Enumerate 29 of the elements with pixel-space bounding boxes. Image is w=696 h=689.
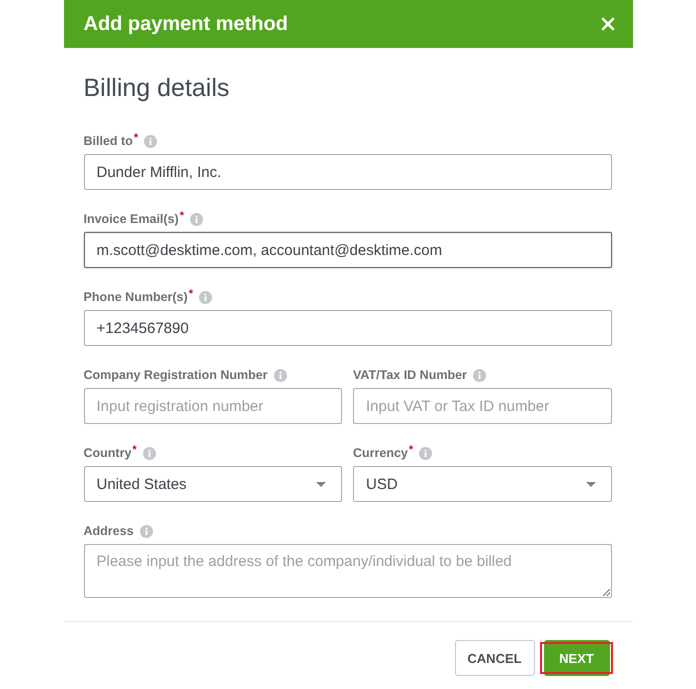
field-label: Billed to — [84, 134, 133, 148]
input-field[interactable]: Input registration number — [84, 388, 342, 424]
dialog-title: Add payment method — [84, 12, 288, 36]
text-area-field[interactable]: Please input the address of the company/individual to be billed — [84, 544, 612, 598]
field-label: Phone Number(s) — [84, 290, 188, 304]
input-field[interactable]: +1234567890 — [84, 310, 612, 346]
field-label: Invoice Email(s) — [84, 212, 179, 226]
required-asterisk: * — [188, 289, 193, 300]
required-asterisk: * — [408, 445, 414, 456]
input-field[interactable]: Input VAT or Tax ID number — [353, 388, 612, 424]
field-label: Country — [84, 446, 132, 460]
close-button[interactable] — [600, 17, 614, 31]
required-asterisk: * — [132, 445, 137, 456]
field-label: Address — [84, 524, 134, 538]
input-field[interactable]: Dunder Mifflin, Inc. — [84, 154, 612, 190]
required-asterisk: * — [180, 211, 184, 222]
cancel-button[interactable]: CANCEL — [454, 640, 534, 676]
input-field[interactable]: m.scott@desktime.com, accountant@desktime.com — [84, 232, 612, 268]
required-asterisk: * — [134, 133, 138, 144]
dropdown-field[interactable]: USD — [353, 466, 612, 502]
resize-handle-icon — [602, 588, 610, 596]
caret-icon — [586, 482, 596, 486]
caret-icon — [316, 482, 326, 486]
close-icon — [600, 17, 614, 31]
field-label: Currency — [353, 446, 408, 460]
section-heading: Billing details — [84, 73, 230, 104]
field-label: Company Registration Number — [84, 368, 268, 382]
field-label: VAT/Tax ID Number — [353, 368, 467, 382]
dropdown-field[interactable]: United States — [84, 466, 342, 502]
